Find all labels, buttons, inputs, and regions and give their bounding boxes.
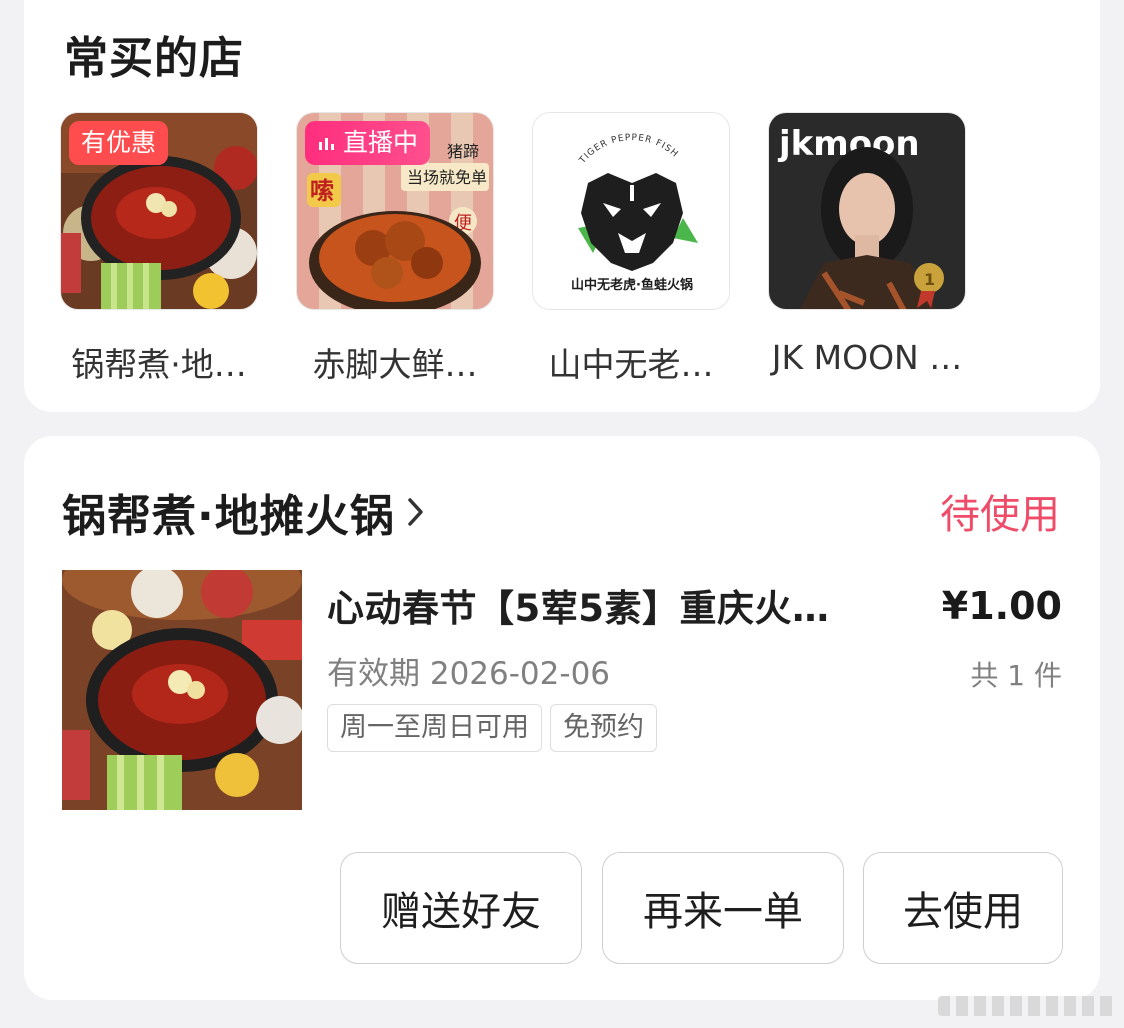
thumb-text: 猪蹄 [447, 142, 479, 161]
tiger-logo-image: TIGER PEPPER FISH 山中无老虎·鱼蛙火锅 [533, 113, 729, 309]
deal-badge: 有优惠 [69, 121, 169, 165]
order-status: 待使用 [940, 492, 1060, 538]
store-thumbnail: TIGER PEPPER FISH 山中无老虎·鱼蛙火锅 [532, 112, 730, 310]
store-item-chijiao[interactable]: 当场就免单 猪蹄 嗦 便 直播中 赤脚大鲜… [296, 112, 494, 386]
store-thumbnail: 当场就免单 猪蹄 嗦 便 直播中 [296, 112, 494, 310]
shop-link[interactable]: 锅帮煮·地摊火锅 [62, 480, 427, 544]
watermark [938, 996, 1118, 1016]
shop-name: 锅帮煮·地摊火锅 [62, 491, 395, 542]
live-badge: 直播中 [305, 121, 431, 165]
store-item-guobangzhu[interactable]: 有优惠 锅帮煮·地… [60, 112, 258, 386]
tag-availability: 周一至周日可用 [327, 704, 542, 752]
store-item-shanzhong[interactable]: TIGER PEPPER FISH 山中无老虎·鱼蛙火锅 山中无老… [532, 112, 730, 386]
product-image[interactable] [62, 570, 302, 810]
order-card: 锅帮煮·地摊火锅 待使用 心动春节【5荤5素】重庆火… ¥1.00 有效期 20… [24, 436, 1100, 1000]
price: ¥1.00 [941, 584, 1062, 628]
chevron-right-icon [407, 498, 423, 526]
store-name: 山中无老… [548, 345, 714, 384]
tag-no-reservation: 免预约 [550, 704, 657, 752]
thumb-text: 山中无老虎·鱼蛙火锅 [571, 277, 693, 293]
quantity: 共 1 件 [970, 659, 1062, 692]
live-bars-icon [319, 138, 334, 150]
product-title[interactable]: 心动春节【5荤5素】重庆火… [327, 578, 830, 632]
thumb-text: 当场就免单 [407, 168, 487, 187]
store-item-jkmoon[interactable]: jkmoon 1 JK MOON … [768, 112, 966, 377]
thumb-text: 1 [924, 270, 935, 289]
use-button[interactable]: 去使用 [863, 852, 1063, 964]
thumb-text: 嗦 [310, 177, 334, 205]
live-badge-label: 直播中 [343, 128, 419, 157]
section-title: 常买的店 [64, 33, 244, 84]
store-name: 赤脚大鲜… [312, 345, 478, 384]
frequent-stores-card: 常买的店 有优惠 锅帮煮·地… 当场就免单 猪蹄 嗦 便 直播中 赤脚大鲜… T… [24, 0, 1100, 412]
hotpot-product-image [62, 570, 302, 810]
reorder-button[interactable]: 再来一单 [602, 852, 844, 964]
store-thumbnail: jkmoon 1 [768, 112, 966, 310]
store-name: 锅帮煮·地… [71, 345, 247, 384]
store-thumbnail: 有优惠 [60, 112, 258, 310]
jkmoon-model-image: jkmoon 1 [769, 113, 965, 309]
store-name: JK MOON … [771, 338, 963, 377]
expiry-date: 有效期 2026-02-06 [327, 656, 611, 692]
gift-button[interactable]: 赠送好友 [340, 852, 582, 964]
tag-list: 周一至周日可用 免预约 [327, 704, 657, 752]
